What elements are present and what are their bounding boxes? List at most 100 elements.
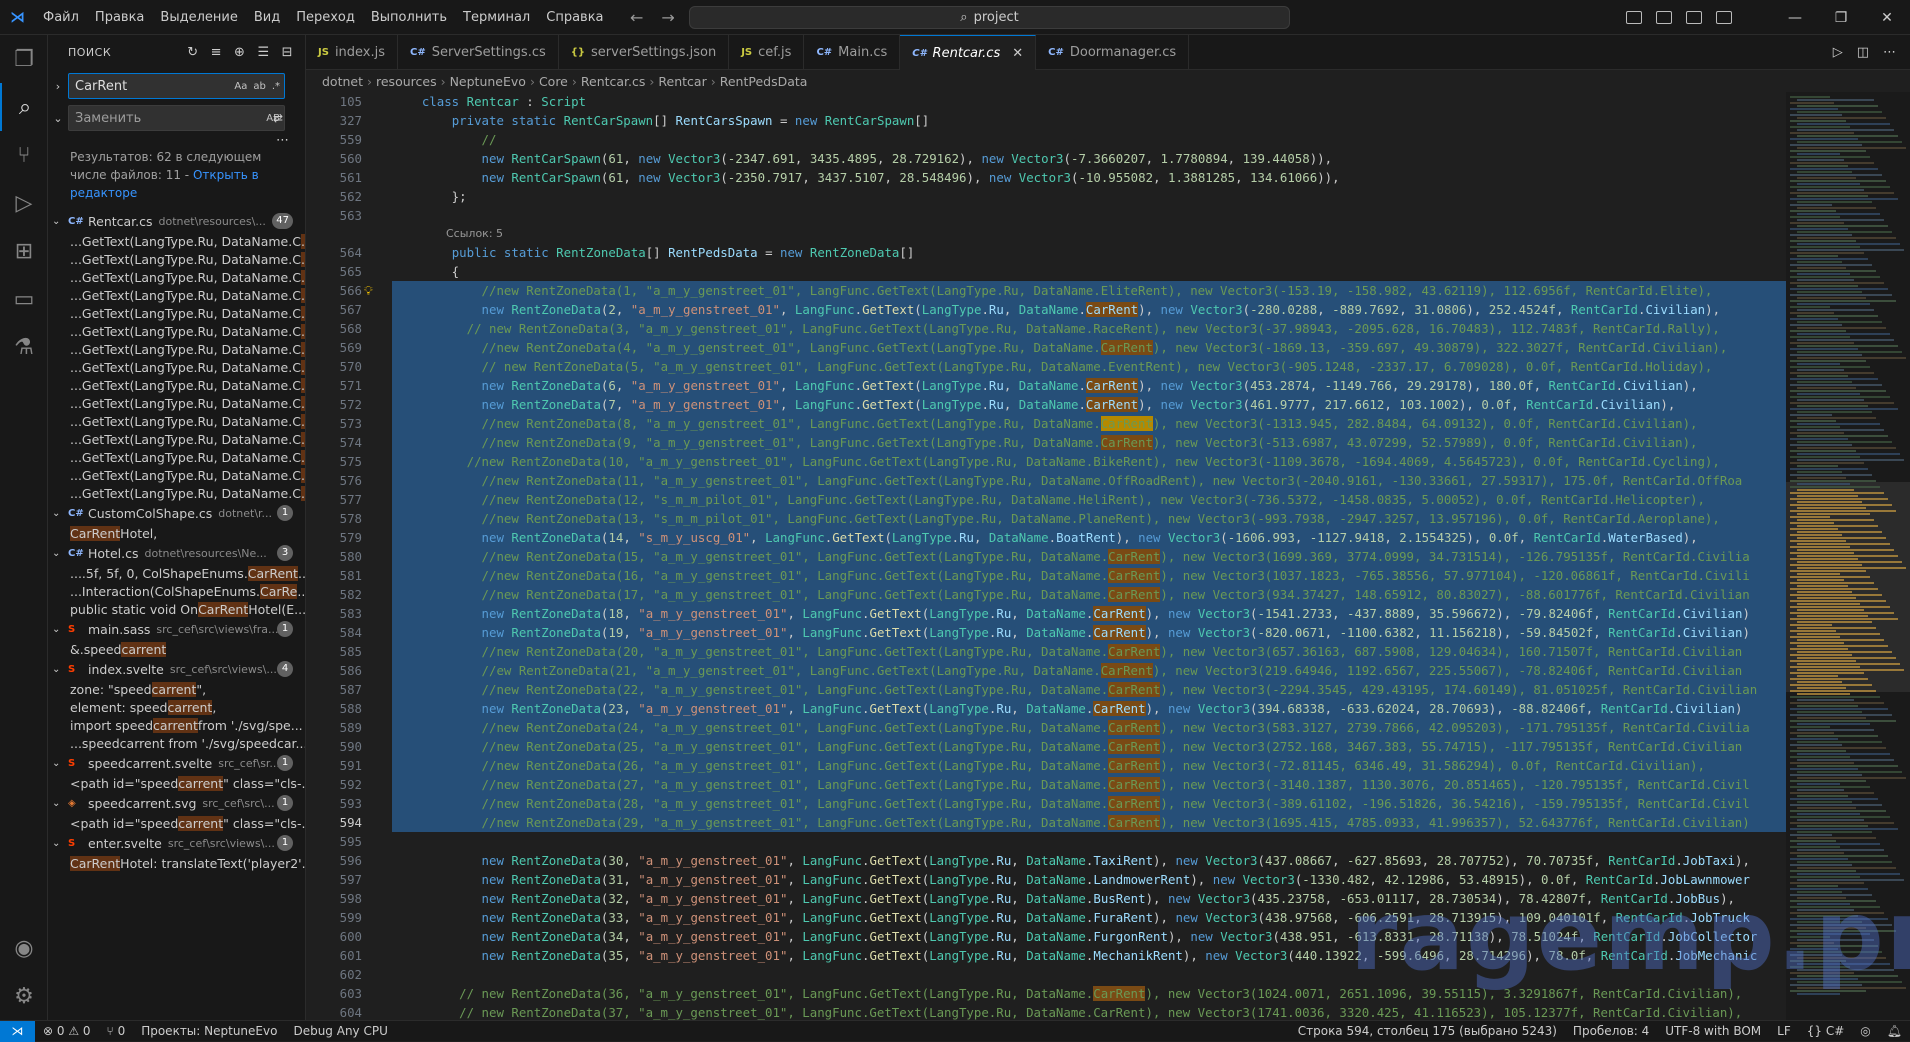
result-match[interactable]: <path id="speed carrent " class="cls-... <box>48 814 305 832</box>
result-match[interactable]: ...GetText(LangType.Ru, DataName.C... <box>48 304 305 322</box>
chevron-down-icon[interactable]: ⌄ <box>52 508 64 519</box>
sticky-scroll-line[interactable]: 105 class Rentcar : Script <box>306 92 1786 111</box>
close-tab-icon[interactable]: ✕ <box>1012 46 1023 61</box>
forward-arrow-icon[interactable]: → <box>661 8 674 27</box>
result-match[interactable]: CarRent Hotel: translateText('player2'... <box>48 854 305 872</box>
code-line[interactable]: 591 //new RentZoneData(26, "a_m_y_genstr… <box>306 756 1786 775</box>
settings-gear-icon[interactable]: ⚙ <box>0 972 48 1020</box>
cursor-position-status[interactable]: Строка 594, столбец 175 (выбрано 5243) <box>1290 1024 1565 1038</box>
code-line[interactable]: 574 //new RentZoneData(9, "a_m_y_genstre… <box>306 433 1786 452</box>
replace-input[interactable]: Заменить AB <box>68 105 285 131</box>
new-search-editor-icon[interactable]: ⊕ <box>234 45 245 60</box>
result-match[interactable]: ...GetText(LangType.Ru, DataName.C... <box>48 268 305 286</box>
remote-indicator-icon[interactable]: ⋊ <box>0 1020 35 1042</box>
result-match[interactable]: ...speedcarrent from './svg/speedcar... <box>48 734 305 752</box>
search-view-icon[interactable]: ⌕ <box>0 83 48 131</box>
code-line[interactable]: 585 //new RentZoneData(20, "a_m_y_genstr… <box>306 642 1786 661</box>
breadcrumb-item[interactable]: Rentcar.cs <box>581 74 646 89</box>
menu-item[interactable]: Справка <box>538 0 611 35</box>
copilot-icon[interactable]: ◎ <box>1852 1024 1878 1038</box>
match-whole-word-icon[interactable]: ab <box>253 81 265 92</box>
accounts-icon[interactable]: ◉ <box>0 924 48 972</box>
project-status[interactable]: Проекты: NeptuneEvo <box>133 1024 285 1038</box>
result-match[interactable]: zone: "speed carrent ", <box>48 680 305 698</box>
result-match[interactable]: ...GetText(LangType.Ru, DataName.C... <box>48 484 305 502</box>
code-line[interactable]: 564 public static RentZoneData[] RentPed… <box>306 243 1786 262</box>
result-file[interactable]: ⌄ C# Rentcar.cs dotnet\resources\... 47 <box>48 210 305 232</box>
code-line[interactable]: 563 <box>306 206 1786 225</box>
notifications-bell-icon[interactable]: 🔔︎ <box>1879 1024 1910 1038</box>
code-line[interactable]: 580 //new RentZoneData(15, "a_m_y_genstr… <box>306 547 1786 566</box>
code-line[interactable]: 565 { <box>306 262 1786 281</box>
tab-rentcar-cs[interactable]: C# Rentcar.cs ✕ <box>900 35 1037 70</box>
replace-all-icon[interactable]: ⇄ <box>273 111 291 125</box>
code-line[interactable]: 584 new RentZoneData(19, "a_m_y_genstree… <box>306 623 1786 642</box>
code-line[interactable]: 576 //new RentZoneData(11, "a_m_y_genstr… <box>306 471 1786 490</box>
close-window-button[interactable]: ✕ <box>1864 10 1910 26</box>
menu-item[interactable]: Выделение <box>152 0 245 35</box>
refresh-icon[interactable]: ↻ <box>187 45 198 60</box>
code-line[interactable]: 572 new RentZoneData(7, "a_m_y_genstreet… <box>306 395 1786 414</box>
search-input[interactable]: CarRent Aa ab .* <box>68 73 285 99</box>
code-line[interactable]: 595 <box>306 832 1786 851</box>
code-line[interactable]: 596 new RentZoneData(30, "a_m_y_genstree… <box>306 851 1786 870</box>
toggle-panel-icon[interactable] <box>1656 11 1672 24</box>
code-line[interactable]: 573 //new RentZoneData(8, "a_m_y_genstre… <box>306 414 1786 433</box>
code-line[interactable]: 586 //ew RentZoneData(21, "a_m_y_genstre… <box>306 661 1786 680</box>
use-regex-icon[interactable]: .* <box>272 81 280 92</box>
lightbulb-icon[interactable]: 💡︎ <box>364 281 373 300</box>
run-icon[interactable]: ▷ <box>1833 45 1843 60</box>
result-match[interactable]: ...GetText(LangType.Ru, DataName.C... <box>48 358 305 376</box>
result-file[interactable]: ⌄ Senter.svelte src_cef\src\views\... 1 <box>48 832 305 854</box>
toggle-replace-icon[interactable]: › <box>48 80 68 93</box>
code-line[interactable]: 568 // new RentZoneData(3, "a_m_y_genstr… <box>306 319 1786 338</box>
breadcrumb-item[interactable]: resources <box>376 74 437 89</box>
result-file[interactable]: ⌄ Sindex.svelte src_cef\src\views\... 4 <box>48 658 305 680</box>
result-file[interactable]: ⌄ Sspeedcarrent.svelte src_cef\sr... 1 <box>48 752 305 774</box>
explorer-icon[interactable]: ❐ <box>0 35 48 83</box>
result-match[interactable]: ...GetText(LangType.Ru, DataName.C... <box>48 232 305 250</box>
code-line[interactable]: 560 new RentCarSpawn(61, new Vector3(-23… <box>306 149 1786 168</box>
code-line[interactable]: 571 new RentZoneData(6, "a_m_y_genstreet… <box>306 376 1786 395</box>
problems-status[interactable]: ⊗ 0 ⚠ 0 <box>35 1024 99 1038</box>
tab-serversettings-cs[interactable]: C# ServerSettings.cs <box>398 35 559 70</box>
code-line[interactable]: 587 //new RentZoneData(22, "a_m_y_genstr… <box>306 680 1786 699</box>
command-center[interactable]: ⌕ project <box>689 6 1290 29</box>
result-file[interactable]: ⌄ ◈ speedcarrent.svg src_cef\src\... 1 <box>48 792 305 814</box>
remote-explorer-icon[interactable]: ▭ <box>0 275 48 323</box>
back-arrow-icon[interactable]: ← <box>630 8 643 27</box>
chevron-down-icon[interactable]: ⌄ <box>52 798 64 809</box>
menu-item[interactable]: Вид <box>246 0 288 35</box>
result-match[interactable]: ...GetText(LangType.Ru, DataName.C... <box>48 322 305 340</box>
testing-icon[interactable]: ⚗ <box>0 323 48 371</box>
result-match[interactable]: import speed carrent from './svg/spe... <box>48 716 305 734</box>
result-match[interactable]: ...GetText(LangType.Ru, DataName.C... <box>48 340 305 358</box>
restore-button[interactable]: ❐ <box>1818 10 1864 26</box>
minimize-button[interactable]: — <box>1772 10 1818 26</box>
language-status[interactable]: {} C# <box>1799 1024 1853 1038</box>
breadcrumb-item[interactable]: Rentcar <box>658 74 706 89</box>
result-match[interactable]: ...GetText(LangType.Ru, DataName.C... <box>48 394 305 412</box>
chevron-down-icon[interactable]: ⌄ <box>52 664 64 675</box>
code-line[interactable]: 604 // new RentZoneData(37, "a_m_y_genst… <box>306 1003 1786 1020</box>
more-options-icon[interactable]: ⋯ <box>276 133 289 148</box>
chevron-down-icon[interactable]: ⌄ <box>52 216 64 227</box>
sticky-scroll-line[interactable]: 327 private static RentCarSpawn[] RentCa… <box>306 111 1786 130</box>
breadcrumb-item[interactable]: dotnet <box>322 74 363 89</box>
chevron-down-icon[interactable]: ⌄ <box>52 624 64 635</box>
code-line[interactable]: 590 //new RentZoneData(25, "a_m_y_genstr… <box>306 737 1786 756</box>
code-line[interactable]: 578 //new RentZoneData(13, "s_m_m_pilot_… <box>306 509 1786 528</box>
menu-item[interactable]: Выполнить <box>363 0 455 35</box>
code-line[interactable]: 570 // new RentZoneData(5, "a_m_y_genstr… <box>306 357 1786 376</box>
result-match[interactable]: <path id="speed carrent " class="cls-... <box>48 774 305 792</box>
tab-index-js[interactable]: JS index.js <box>306 35 399 70</box>
code-line[interactable]: 566 💡︎ //new RentZoneData(1, "a_m_y_genst… <box>306 281 1786 300</box>
menu-item[interactable]: Файл <box>35 0 87 35</box>
result-match[interactable]: ....5f, 5f, 0, ColShapeEnums.CarRent... <box>48 564 305 582</box>
breadcrumb-item[interactable]: Core <box>539 74 568 89</box>
menu-item[interactable]: Правка <box>87 0 152 35</box>
code-line[interactable]: 593 //new RentZoneData(28, "a_m_y_genstr… <box>306 794 1786 813</box>
result-match[interactable]: ...GetText(LangType.Ru, DataName.C... <box>48 250 305 268</box>
code-line[interactable]: 577 //new RentZoneData(12, "s_m_m_pilot_… <box>306 490 1786 509</box>
result-file[interactable]: ⌄ Smain.sass src_cef\src\views\fra... 1 <box>48 618 305 640</box>
